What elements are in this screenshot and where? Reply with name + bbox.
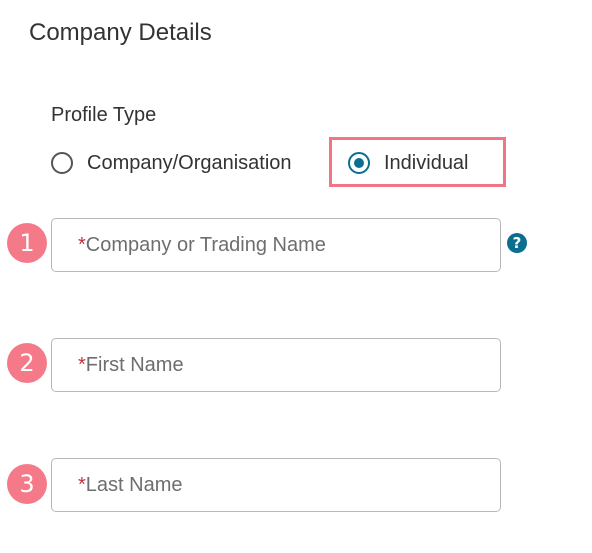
first-name-input[interactable]: * First Name [51, 338, 501, 392]
step-badge-3: 3 [7, 464, 47, 504]
last-name-input[interactable]: * Last Name [51, 458, 501, 512]
step-badge-2: 2 [7, 343, 47, 383]
radio-company-organisation[interactable]: Company/Organisation [51, 150, 292, 176]
radio-individual-label: Individual [384, 152, 469, 174]
section-title: Company Details [29, 19, 212, 46]
radio-individual[interactable]: Individual [348, 150, 469, 176]
last-name-placeholder: Last Name [85, 473, 183, 496]
step-badge-1: 1 [7, 223, 47, 263]
required-asterisk: * [78, 353, 86, 376]
radio-company-label: Company/Organisation [87, 152, 292, 174]
required-asterisk: * [78, 473, 86, 496]
company-name-input[interactable]: * Company or Trading Name [51, 218, 501, 272]
radio-checked-icon[interactable] [348, 152, 370, 174]
profile-type-label: Profile Type [51, 104, 157, 126]
help-icon[interactable]: ? [507, 233, 527, 253]
company-name-placeholder: Company or Trading Name [85, 233, 326, 256]
company-details-form: Company Details Profile Type Company/Org… [0, 0, 592, 553]
radio-unchecked-icon[interactable] [51, 152, 73, 174]
first-name-placeholder: First Name [85, 353, 184, 376]
required-asterisk: * [78, 233, 86, 256]
